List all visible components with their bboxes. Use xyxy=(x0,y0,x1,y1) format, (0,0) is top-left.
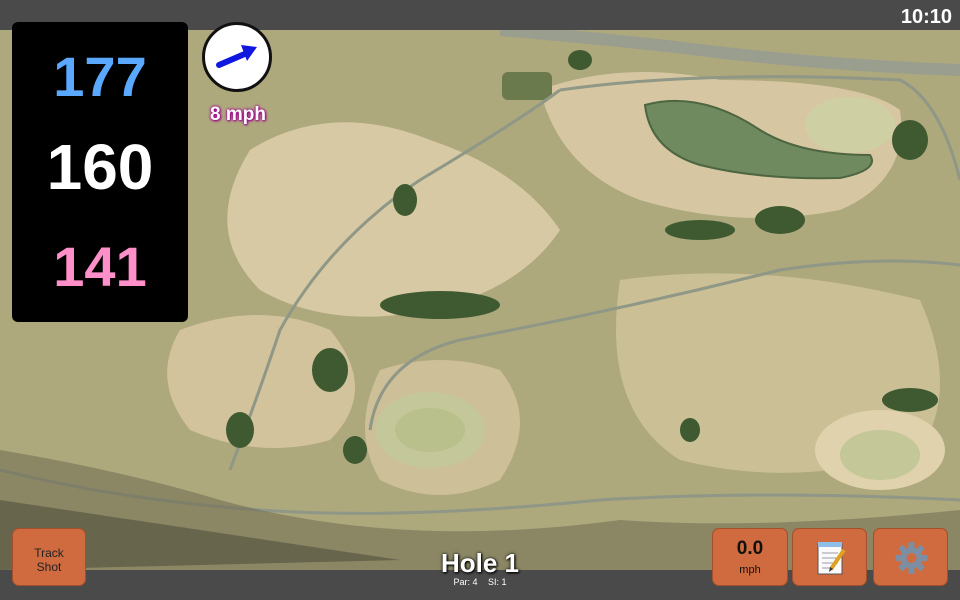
distance-panel: 177 160 141 xyxy=(12,22,188,322)
track-shot-label-line2: Shot xyxy=(36,560,62,574)
wind-speed-unit: mph xyxy=(739,564,761,576)
hole-title: Hole 1 xyxy=(440,548,520,578)
wind-arrow-icon xyxy=(216,45,257,68)
distance-middle: 160 xyxy=(46,131,154,203)
wind-direction-indicator xyxy=(202,22,272,92)
track-shot-button[interactable]: Track Shot xyxy=(12,528,86,586)
distance-front: 141 xyxy=(53,235,147,298)
notepad-icon xyxy=(817,542,846,575)
distance-back: 177 xyxy=(53,45,147,108)
clock: 10:10 xyxy=(900,6,952,28)
hole-stroke-index: SI: 1 xyxy=(488,577,507,587)
track-shot-label-line1: Track xyxy=(34,546,64,560)
gear-icon xyxy=(895,542,928,574)
settings-button[interactable] xyxy=(873,528,948,586)
wind-speed-label: 8 mph xyxy=(210,104,266,125)
hole-par: Par: 4 xyxy=(453,577,478,587)
hole-info: Par: 4 SI: 1 xyxy=(380,577,580,587)
notes-button[interactable] xyxy=(792,528,867,586)
wind-speed-button[interactable]: 0.0 mph xyxy=(712,528,788,586)
wind-speed-value: 0.0 xyxy=(736,538,764,559)
